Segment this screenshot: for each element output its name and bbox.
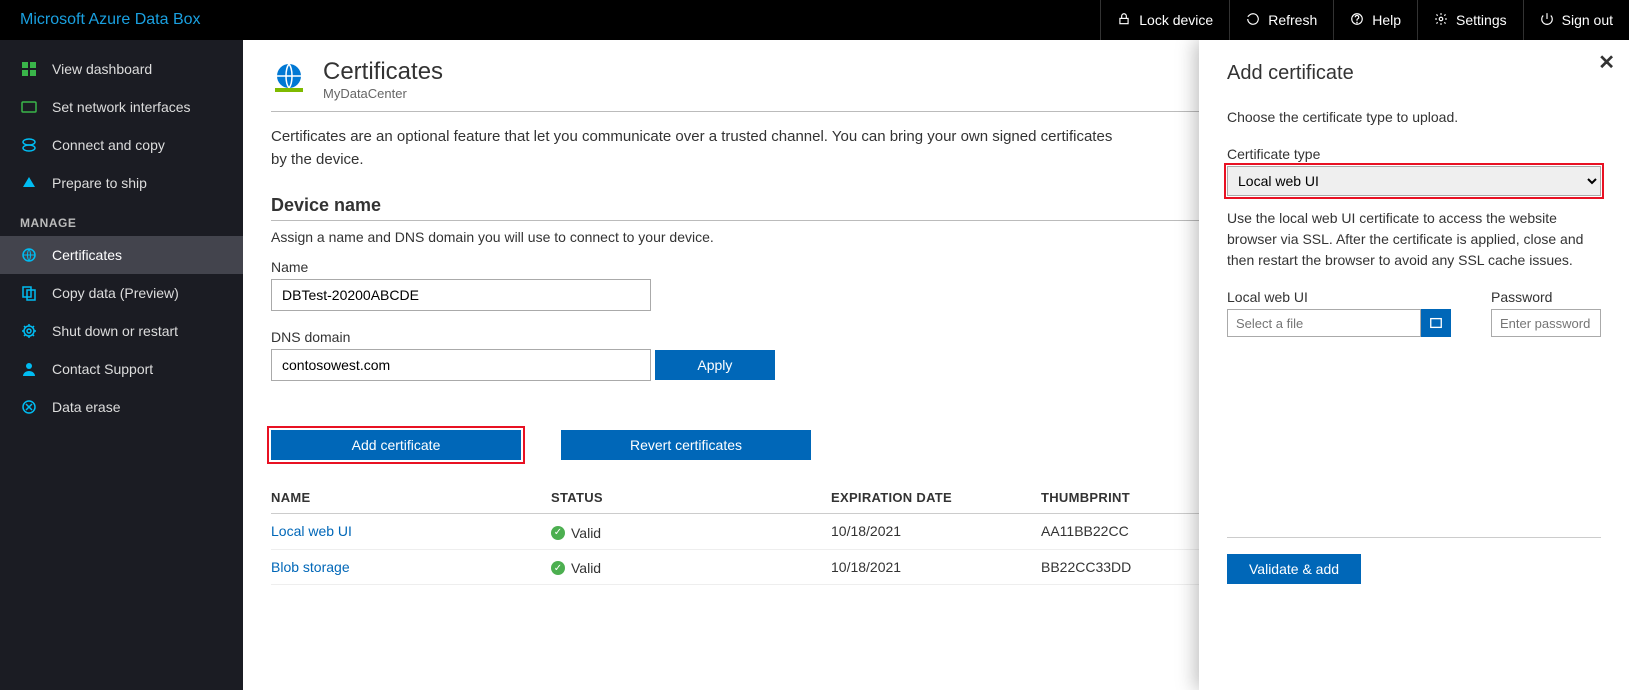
- ship-icon: [20, 174, 38, 192]
- signout-label: Sign out: [1562, 12, 1613, 28]
- revert-certificates-button[interactable]: Revert certificates: [561, 430, 811, 460]
- dashboard-icon: [20, 60, 38, 78]
- sidebar-item-certificates[interactable]: Certificates: [0, 236, 243, 274]
- sidebar-item-ship[interactable]: Prepare to ship: [0, 164, 243, 202]
- cert-type-help: Use the local web UI certificate to acce…: [1227, 208, 1601, 271]
- sidebar-item-erase[interactable]: Data erase: [0, 388, 243, 426]
- cert-type-label: Certificate type: [1227, 146, 1601, 162]
- help-button[interactable]: Help: [1333, 0, 1417, 40]
- shutdown-icon: [20, 322, 38, 340]
- support-icon: [20, 360, 38, 378]
- page-title: Certificates: [323, 58, 443, 86]
- sidebar-item-copy-data[interactable]: Copy data (Preview): [0, 274, 243, 312]
- copy-icon: [20, 284, 38, 302]
- sidebar-item-label: Certificates: [52, 247, 122, 263]
- connect-icon: [20, 136, 38, 154]
- cert-link[interactable]: Blob storage: [271, 559, 350, 575]
- sidebar-item-label: Copy data (Preview): [52, 285, 179, 301]
- sidebar-item-shutdown[interactable]: Shut down or restart: [0, 312, 243, 350]
- lock-icon: [1117, 12, 1131, 29]
- page-subtitle: MyDataCenter: [323, 86, 443, 101]
- sidebar-item-label: Set network interfaces: [52, 99, 191, 115]
- lock-label: Lock device: [1139, 12, 1213, 28]
- intro-text: Certificates are an optional feature tha…: [271, 126, 1131, 171]
- refresh-button[interactable]: Refresh: [1229, 0, 1333, 40]
- browse-icon[interactable]: [1421, 309, 1451, 337]
- settings-button[interactable]: Settings: [1417, 0, 1523, 40]
- help-label: Help: [1372, 12, 1401, 28]
- cert-link[interactable]: Local web UI: [271, 523, 352, 539]
- sidebar-item-label: Data erase: [52, 399, 120, 415]
- add-certificate-panel: ✕ Add certificate Choose the certificate…: [1199, 40, 1629, 690]
- brand: Microsoft Azure Data Box: [0, 11, 1100, 29]
- topbar: Microsoft Azure Data Box Lock device Ref…: [0, 0, 1629, 40]
- sidebar-item-label: Prepare to ship: [52, 175, 147, 191]
- sidebar-item-label: Contact Support: [52, 361, 153, 377]
- panel-intro: Choose the certificate type to upload.: [1227, 107, 1601, 128]
- password-input[interactable]: [1491, 309, 1601, 337]
- validate-add-button[interactable]: Validate & add: [1227, 554, 1361, 584]
- page-icon: [271, 60, 307, 99]
- status-text: Valid: [571, 525, 601, 541]
- cert-type-select[interactable]: Local web UI: [1227, 166, 1601, 196]
- gear-icon: [1434, 12, 1448, 29]
- sidebar-item-support[interactable]: Contact Support: [0, 350, 243, 388]
- signout-button[interactable]: Sign out: [1523, 0, 1629, 40]
- refresh-icon: [1246, 12, 1260, 29]
- sidebar-item-label: Shut down or restart: [52, 323, 178, 339]
- refresh-label: Refresh: [1268, 12, 1317, 28]
- dns-input[interactable]: [271, 349, 651, 381]
- close-icon[interactable]: ✕: [1598, 50, 1615, 75]
- apply-button[interactable]: Apply: [655, 350, 775, 380]
- sidebar-item-network[interactable]: Set network interfaces: [0, 88, 243, 126]
- name-input[interactable]: [271, 279, 651, 311]
- help-icon: [1350, 12, 1364, 29]
- check-icon: ✓: [551, 526, 565, 540]
- col-expiration: EXPIRATION DATE: [831, 482, 1041, 514]
- sidebar-item-label: View dashboard: [52, 61, 152, 77]
- file-picker: [1227, 309, 1451, 337]
- sidebar: View dashboard Set network interfaces Co…: [0, 40, 243, 690]
- file-label: Local web UI: [1227, 289, 1451, 305]
- sidebar-section-manage: MANAGE: [0, 202, 243, 236]
- panel-title: Add certificate: [1227, 62, 1601, 85]
- lock-device-button[interactable]: Lock device: [1100, 0, 1229, 40]
- col-status: STATUS: [551, 482, 831, 514]
- sidebar-item-connect[interactable]: Connect and copy: [0, 126, 243, 164]
- status-text: Valid: [571, 560, 601, 576]
- sidebar-item-label: Connect and copy: [52, 137, 165, 153]
- expiration-text: 10/18/2021: [831, 514, 1041, 550]
- network-icon: [20, 98, 38, 116]
- sidebar-item-dashboard[interactable]: View dashboard: [0, 50, 243, 88]
- certificate-icon: [20, 246, 38, 264]
- file-input[interactable]: [1227, 309, 1421, 337]
- topbar-actions: Lock device Refresh Help Settings Sign o…: [1100, 0, 1629, 40]
- power-icon: [1540, 12, 1554, 29]
- password-label: Password: [1491, 289, 1601, 305]
- check-icon: ✓: [551, 561, 565, 575]
- add-certificate-button[interactable]: Add certificate: [271, 430, 521, 460]
- settings-label: Settings: [1456, 12, 1507, 28]
- col-name: NAME: [271, 482, 551, 514]
- expiration-text: 10/18/2021: [831, 549, 1041, 585]
- erase-icon: [20, 398, 38, 416]
